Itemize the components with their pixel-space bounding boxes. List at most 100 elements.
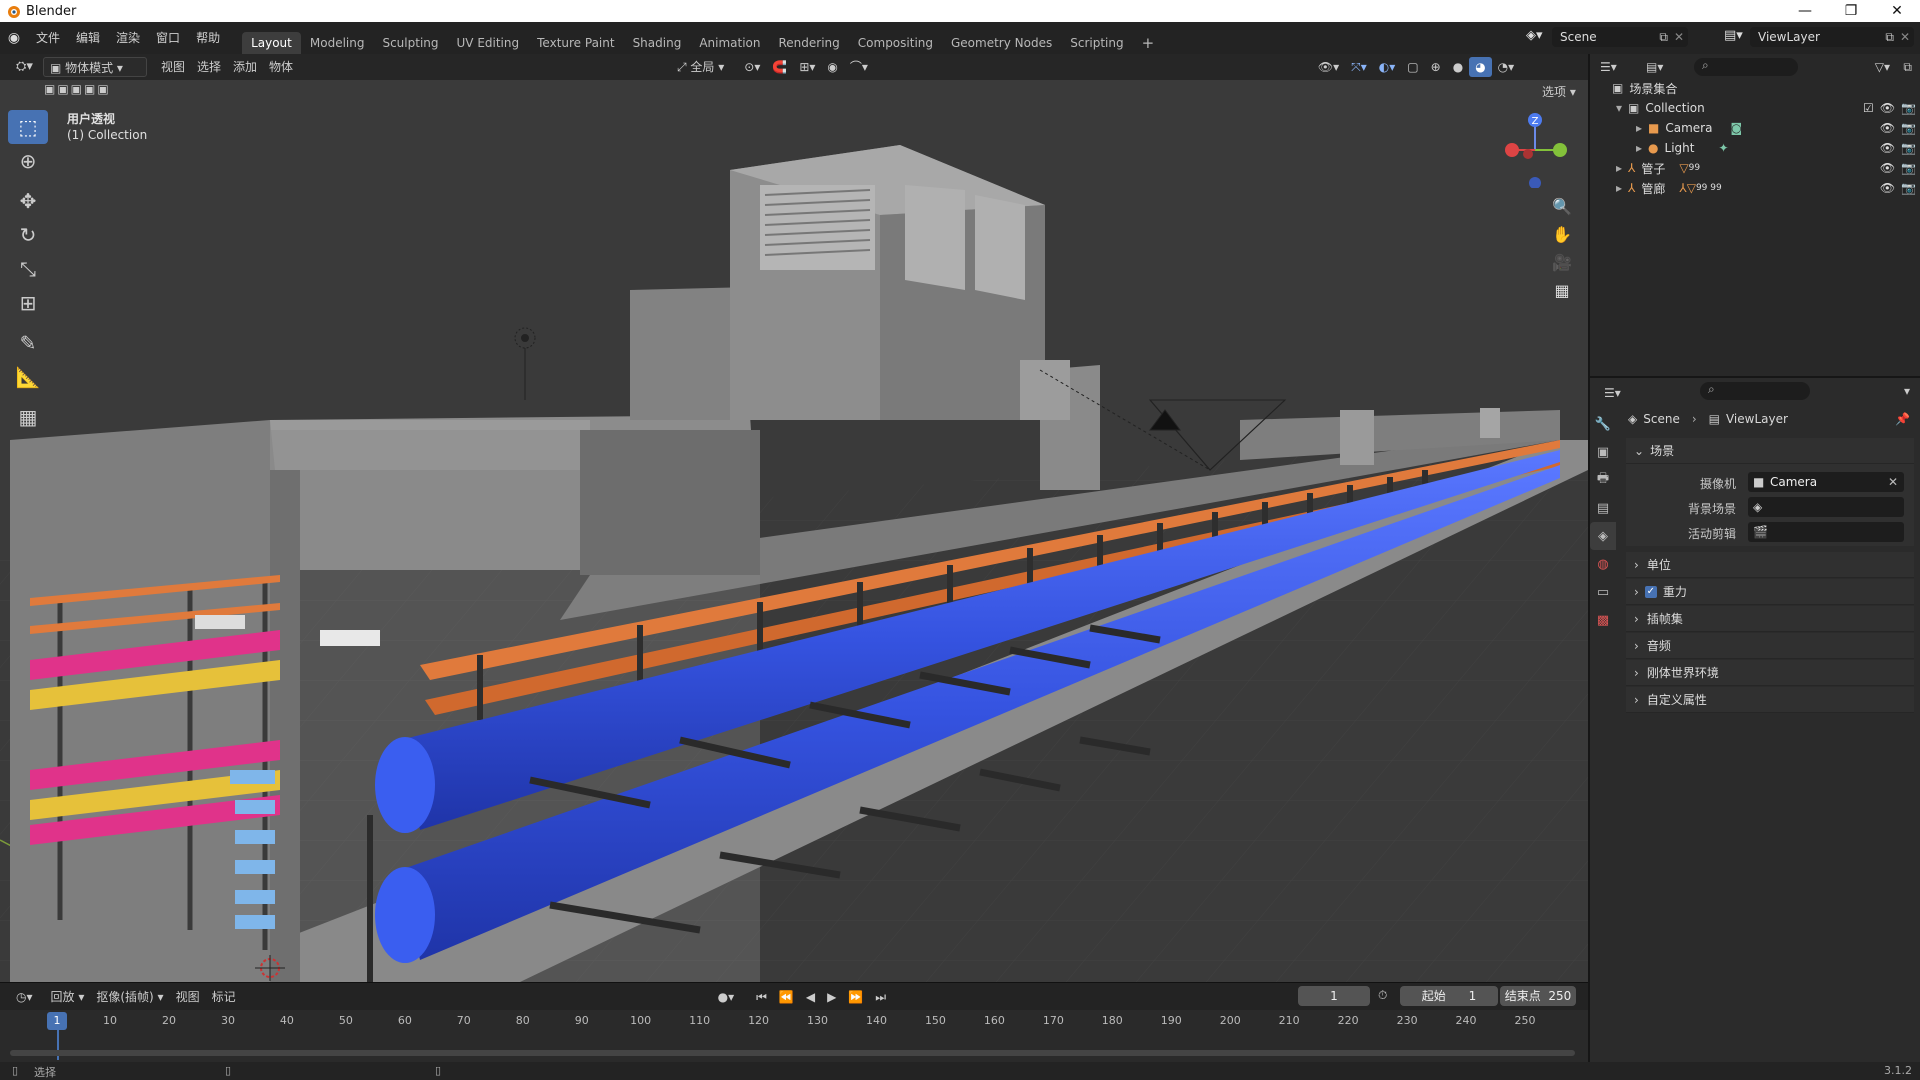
expand-arrow-icon[interactable]: ▸ <box>1616 181 1622 195</box>
snap-icon[interactable]: 🧲 <box>766 57 793 77</box>
transform-tool-icon[interactable]: ⊞ <box>8 286 48 320</box>
tab-compositing[interactable]: Compositing <box>849 32 942 54</box>
annotate-tool-icon[interactable]: ✎ <box>8 326 48 360</box>
measure-tool-icon[interactable]: 📐 <box>8 360 48 394</box>
proportional-edit-icon[interactable]: ◉ <box>821 57 843 77</box>
camera-render-icon[interactable]: 📷 <box>1901 141 1916 155</box>
outliner-row-pipe[interactable]: ▸ ⅄ 管子 ▽ 99 👁 📷 <box>1590 158 1920 178</box>
stopwatch-icon[interactable]: ⏱ <box>1378 988 1387 1003</box>
xray-toggle-icon[interactable]: ▢ <box>1401 57 1424 77</box>
background-scene-field[interactable]: ◈ <box>1748 497 1904 517</box>
menu-render[interactable]: 渲染 <box>108 22 148 54</box>
outliner[interactable]: ☰▾ ▤▾ ⌕ ▽▾ ⧉ ▣ 场景集合 ▾ ▣ Collection ☑ 👁 📷 ▸… <box>1588 54 1920 376</box>
visibility-icon[interactable]: 👁▾ <box>1312 57 1345 77</box>
play-reverse-icon[interactable]: ◀ <box>800 987 821 1007</box>
solid-shading-icon[interactable]: ● <box>1447 57 1469 77</box>
rendered-shading-icon[interactable]: ◔▾ <box>1492 57 1521 77</box>
current-frame-field[interactable]: 1 <box>1298 986 1370 1006</box>
pivot-point-icon[interactable]: ⊙▾ <box>738 57 766 77</box>
editor-type-icon[interactable]: ⛭▾ <box>10 57 39 77</box>
close-button[interactable]: ✕ <box>1874 0 1920 22</box>
expand-arrow-icon[interactable]: ▾ <box>1616 101 1622 115</box>
play-icon[interactable]: ▶ <box>821 987 842 1007</box>
outliner-row-gallery[interactable]: ▸ ⅄ 管廊 ⅄▽ 99 99 👁 📷 <box>1590 178 1920 198</box>
3d-viewport[interactable] <box>0 54 1588 982</box>
navigation-gizmo[interactable]: Z <box>1500 108 1570 188</box>
gizmo-toggle-icon[interactable]: ⤧▾ <box>1345 57 1373 77</box>
scale-tool-icon[interactable]: ⤡ <box>8 252 48 286</box>
clear-icon[interactable]: ✕ <box>1888 472 1898 492</box>
overlay-toggle-icon[interactable]: ◐▾ <box>1373 57 1402 77</box>
panel-rigid-body-world[interactable]: › 刚体世界环境 <box>1626 660 1914 686</box>
tab-rendering[interactable]: Rendering <box>770 32 849 54</box>
zoom-icon[interactable]: 🔍 <box>1548 192 1576 220</box>
viewport-menu-object[interactable]: 物体 <box>263 57 299 77</box>
panel-audio[interactable]: › 音频 <box>1626 633 1914 659</box>
perspective-toggle-icon[interactable]: ▦ <box>1548 276 1576 304</box>
gravity-checkbox[interactable]: ✓ <box>1644 585 1657 598</box>
outliner-search-input[interactable]: ⌕ <box>1694 58 1798 76</box>
properties-search-input[interactable]: ⌕ <box>1700 382 1810 400</box>
camera-render-icon[interactable]: 📷 <box>1901 161 1916 175</box>
panel-keying-sets[interactable]: › 插帧集 <box>1626 606 1914 632</box>
record-icon[interactable]: ●▾ <box>712 987 741 1007</box>
tab-scripting[interactable]: Scripting <box>1061 32 1132 54</box>
delete-scene-icon[interactable]: ✕ <box>1674 27 1684 47</box>
eye-icon[interactable]: 👁 <box>1880 101 1895 115</box>
material-shading-icon[interactable]: ◕ <box>1469 57 1492 77</box>
texture-tab-icon[interactable]: ▩ <box>1590 606 1616 634</box>
tab-modeling[interactable]: Modeling <box>301 32 374 54</box>
transform-orientation-selector[interactable]: ⤢ 全局 ▾ <box>671 57 730 77</box>
prev-keyframe-icon[interactable]: ⏪ <box>773 987 800 1007</box>
timeline-editor-icon[interactable]: ◷▾ <box>10 987 39 1007</box>
rotate-tool-icon[interactable]: ↻ <box>8 218 48 252</box>
view-layer-tab-icon[interactable]: ▤ <box>1590 494 1616 522</box>
timeline-area[interactable]: 1102030405060708090100110120130140150160… <box>0 1010 1588 1062</box>
timeline-menu-marker[interactable]: 标记 <box>206 987 242 1007</box>
menu-help[interactable]: 帮助 <box>188 22 228 54</box>
start-frame-field[interactable]: 起始 1 <box>1400 986 1498 1006</box>
outliner-row-collection[interactable]: ▾ ▣ Collection ☑ 👁 📷 <box>1590 98 1920 118</box>
tab-shading[interactable]: Shading <box>624 32 691 54</box>
move-tool-icon[interactable]: ✥ <box>8 184 48 218</box>
add-workspace-button[interactable]: + <box>1133 32 1164 54</box>
outliner-display-mode-icon[interactable]: ▤▾ <box>1646 60 1663 74</box>
eye-icon[interactable]: 👁 <box>1880 161 1895 175</box>
panel-gravity[interactable]: › ✓ 重力 <box>1626 579 1914 605</box>
viewport-menu-view[interactable]: 视图 <box>155 57 191 77</box>
playhead[interactable]: 1 <box>47 1012 67 1030</box>
wireframe-shading-icon[interactable]: ⊕ <box>1425 57 1447 77</box>
new-view-layer-icon[interactable]: ⧉ <box>1885 27 1894 47</box>
camera-render-icon[interactable]: 📷 <box>1901 181 1916 195</box>
delete-view-layer-icon[interactable]: ✕ <box>1900 27 1910 47</box>
panel-scene-header[interactable]: ⌄ 场景 <box>1626 438 1914 464</box>
falloff-icon[interactable]: ⌒▾ <box>844 57 874 77</box>
new-scene-icon[interactable]: ⧉ <box>1659 27 1668 47</box>
camera-render-icon[interactable]: 📷 <box>1901 121 1916 135</box>
maximize-button[interactable]: ❐ <box>1828 0 1874 22</box>
mode-selector[interactable]: ▣ 物体模式 ▾ <box>42 57 147 77</box>
viewport-menu-add[interactable]: 添加 <box>227 57 263 77</box>
checkbox-icon[interactable]: ☑ <box>1863 101 1874 115</box>
panel-custom-properties[interactable]: › 自定义属性 <box>1626 687 1914 713</box>
menu-window[interactable]: 窗口 <box>148 22 188 54</box>
properties-options-icon[interactable]: ▾ <box>1904 384 1910 398</box>
scene-selector[interactable]: Scene ⧉ ✕ <box>1552 27 1688 47</box>
world-tab-icon[interactable]: ◍ <box>1590 550 1616 578</box>
outliner-scene-collection[interactable]: ▣ 场景集合 <box>1590 78 1920 98</box>
options-button[interactable]: 选项 ▾ <box>1536 82 1582 102</box>
timeline-menu-playback[interactable]: 回放 ▾ <box>45 987 91 1007</box>
view-layer-selector[interactable]: ViewLayer ⧉ ✕ <box>1750 27 1914 47</box>
camera-field[interactable]: ■ Camera ✕ <box>1748 472 1904 492</box>
tab-texture-paint[interactable]: Texture Paint <box>528 32 623 54</box>
tab-uv-editing[interactable]: UV Editing <box>448 32 529 54</box>
end-frame-field[interactable]: 结束点 250 <box>1500 986 1576 1006</box>
timeline-menu-view[interactable]: 视图 <box>170 987 206 1007</box>
outliner-filter-icon[interactable]: ▽▾ <box>1875 60 1890 74</box>
tab-sculpting[interactable]: Sculpting <box>373 32 447 54</box>
tool-tab-icon[interactable]: 🔧 <box>1590 410 1616 438</box>
tab-animation[interactable]: Animation <box>690 32 769 54</box>
eye-icon[interactable]: 👁 <box>1880 121 1895 135</box>
blender-menu-icon[interactable]: ◉ <box>0 30 28 46</box>
selection-mode-icons[interactable]: ▣▣▣▣▣ <box>44 82 111 96</box>
